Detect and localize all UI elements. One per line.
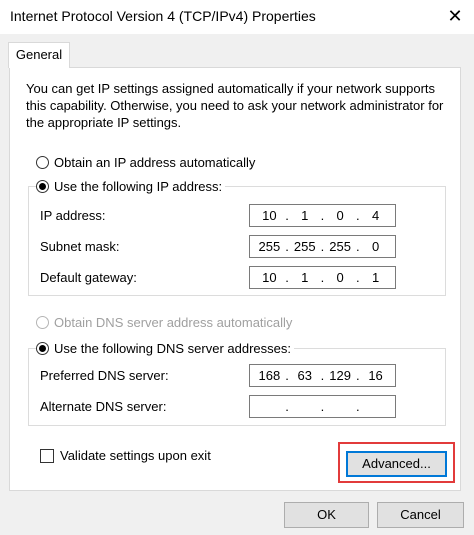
- radio-indicator[interactable]: [36, 179, 49, 193]
- ip-octet: 4: [371, 208, 380, 223]
- ip-dot: .: [356, 368, 360, 383]
- tab-general[interactable]: General: [8, 42, 70, 68]
- ip-dot: .: [320, 399, 325, 414]
- preferred-dns-input[interactable]: 168. 63. 129. 16: [249, 364, 396, 387]
- ip-octet: 0: [336, 270, 344, 285]
- subnet-mask-label: Subnet mask:: [40, 239, 120, 254]
- ip-octet: 168: [258, 368, 281, 383]
- ip-octet: 1: [371, 270, 380, 285]
- ip-octet: 0: [371, 239, 380, 254]
- validate-settings-label: Validate settings upon exit: [60, 448, 211, 463]
- radio-indicator[interactable]: [36, 155, 49, 169]
- radio-use-following-dns[interactable]: Use the following DNS server addresses:: [36, 339, 294, 357]
- ip-dot: .: [320, 208, 325, 223]
- ip-dot: .: [285, 399, 289, 414]
- ip-address-label: IP address:: [40, 208, 106, 223]
- ip-octet: 10: [262, 270, 277, 285]
- radio-indicator: [36, 315, 49, 329]
- ip-dot: .: [285, 270, 289, 285]
- alternate-dns-label: Alternate DNS server:: [40, 399, 167, 414]
- ip-octet: 0: [336, 208, 344, 223]
- radio-use-following-ip-label: Use the following IP address:: [54, 178, 223, 194]
- title-bar: Internet Protocol Version 4 (TCP/IPv4) P…: [0, 0, 474, 34]
- ip-octet: 10: [262, 208, 277, 223]
- ip-octet: 255: [293, 239, 316, 254]
- default-gateway-label: Default gateway:: [40, 270, 137, 285]
- ip-dot: .: [356, 208, 360, 223]
- ip-octet: 1: [301, 208, 309, 223]
- ip-dot: .: [320, 239, 325, 254]
- ip-dot: .: [320, 270, 325, 285]
- window-title: Internet Protocol Version 4 (TCP/IPv4) P…: [10, 8, 316, 24]
- close-icon[interactable]: ✕: [440, 2, 470, 30]
- ip-dot: .: [285, 239, 289, 254]
- radio-indicator[interactable]: [36, 341, 49, 355]
- alternate-dns-input[interactable]: . . .: [249, 395, 396, 418]
- validate-settings-checkbox[interactable]: [40, 448, 54, 463]
- ip-address-input[interactable]: 10. 1. 0. 4: [249, 204, 396, 227]
- radio-use-following-ip[interactable]: Use the following IP address:: [36, 177, 226, 195]
- radio-obtain-ip-auto-label: Obtain an IP address automatically: [54, 154, 256, 170]
- advanced-button[interactable]: Advanced...: [346, 451, 447, 477]
- ip-dot: .: [285, 208, 289, 223]
- ip-octet: 129: [329, 368, 351, 383]
- description-text: You can get IP settings assigned automat…: [26, 81, 444, 130]
- preferred-dns-label: Preferred DNS server:: [40, 368, 169, 383]
- ip-dot: .: [356, 270, 360, 285]
- radio-obtain-dns-auto-label: Obtain DNS server address automatically: [54, 314, 293, 330]
- ip-octet: 255: [258, 239, 281, 254]
- ip-octet: 1: [301, 270, 309, 285]
- ip-octet: 63: [297, 368, 312, 383]
- ip-octet: 16: [368, 368, 383, 383]
- ok-button[interactable]: OK: [284, 502, 369, 528]
- radio-obtain-ip-auto[interactable]: Obtain an IP address automatically: [36, 153, 259, 171]
- ip-octet: 255: [329, 239, 351, 254]
- ip-dot: .: [356, 399, 360, 414]
- cancel-button[interactable]: Cancel: [377, 502, 464, 528]
- ip-dot: .: [356, 239, 360, 254]
- radio-use-following-dns-label: Use the following DNS server addresses:: [54, 340, 291, 356]
- subnet-mask-input[interactable]: 255. 255. 255. 0: [249, 235, 396, 258]
- default-gateway-input[interactable]: 10. 1. 0. 1: [249, 266, 396, 289]
- ip-dot: .: [285, 368, 289, 383]
- validate-settings-checkbox-row[interactable]: Validate settings upon exit: [40, 448, 211, 463]
- radio-obtain-dns-auto: Obtain DNS server address automatically: [36, 313, 296, 331]
- ip-dot: .: [320, 368, 325, 383]
